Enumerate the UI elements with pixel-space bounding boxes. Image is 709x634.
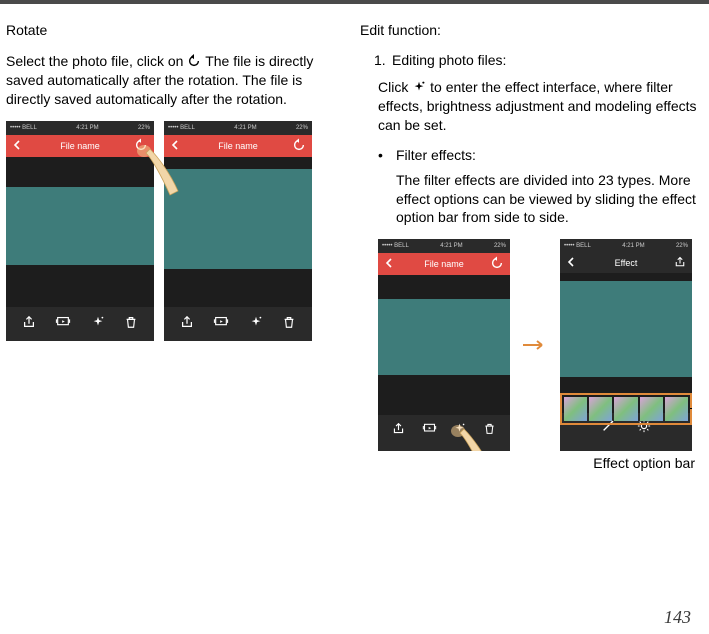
right-column: Edit function: 1. Editing photo files: C… — [348, 22, 703, 471]
phone-status-bar: ••••• BELL 4:21 PM 22% — [6, 121, 154, 135]
phone-header-title: File name — [60, 141, 100, 151]
effect-screenshots: ••••• BELL 4:21 PM 22% File name — [378, 239, 697, 451]
rotate-heading: Rotate — [6, 22, 342, 38]
slideshow-icon[interactable] — [55, 315, 71, 329]
photo-viewport — [6, 157, 154, 307]
rotate-header-icon[interactable] — [490, 256, 504, 272]
page-number: 143 — [664, 607, 691, 628]
status-carrier: ••••• BELL — [168, 125, 195, 131]
sparkle-icon[interactable] — [453, 422, 466, 435]
phone-header: File name — [164, 135, 312, 157]
phone-toolbar — [164, 307, 312, 337]
trash-icon[interactable] — [124, 315, 138, 329]
edit-body-b: to enter the effect interface, where fil… — [378, 79, 697, 133]
phone-header-title: File name — [218, 141, 258, 151]
status-carrier: ••••• BELL — [382, 243, 409, 249]
effect-option-bar-label: Effect option bar — [360, 455, 695, 471]
rotate-phone-after: ••••• BELL 4:21 PM 22% File name — [164, 121, 312, 341]
rotate-header-icon[interactable] — [134, 138, 148, 154]
photo-viewport — [560, 273, 692, 413]
status-time: 4:21 PM — [76, 125, 98, 131]
edit-body: Click to enter the effect interface, whe… — [378, 78, 697, 135]
status-carrier: ••••• BELL — [10, 125, 37, 131]
phone-toolbar — [378, 415, 510, 441]
status-time: 4:21 PM — [440, 243, 462, 249]
share-icon[interactable] — [22, 315, 36, 329]
share-icon[interactable] — [674, 256, 686, 270]
back-icon[interactable] — [384, 257, 394, 271]
list-item-title: Editing photo files: — [392, 52, 506, 68]
bullet-dot: • — [378, 147, 396, 163]
rotate-paragraph: Select the photo file, click on The file… — [6, 52, 342, 109]
sparkle-icon — [412, 80, 426, 94]
photo-placeholder — [560, 281, 692, 377]
phone-header-title: Effect — [615, 258, 638, 268]
rotate-phone-before: ••••• BELL 4:21 PM 22% File name — [6, 121, 154, 341]
phone-status-bar: ••••• BELL 4:21 PM 22% — [560, 239, 692, 253]
phone-toolbar — [6, 307, 154, 337]
phone-header: File name — [378, 253, 510, 275]
ordered-list: 1. Editing photo files: — [374, 52, 697, 68]
slideshow-icon[interactable] — [422, 422, 437, 435]
phone-header-title: File name — [424, 259, 464, 269]
rotate-icon — [187, 54, 201, 68]
filter-body: The filter effects are divided into 23 t… — [396, 171, 697, 228]
trash-icon[interactable] — [483, 422, 496, 435]
filter-effects-label: Filter effects: — [396, 147, 476, 163]
share-icon[interactable] — [180, 315, 194, 329]
phone-header: Effect — [560, 253, 692, 273]
phone-status-bar: ••••• BELL 4:21 PM 22% — [378, 239, 510, 253]
back-icon[interactable] — [170, 139, 180, 153]
arrow-right-icon — [516, 339, 554, 351]
list-item: 1. Editing photo files: — [374, 52, 697, 68]
sparkle-icon[interactable] — [249, 315, 263, 329]
bullet-row: • Filter effects: — [378, 147, 697, 163]
status-time: 4:21 PM — [622, 243, 644, 249]
status-carrier: ••••• BELL — [564, 243, 591, 249]
status-battery: 22% — [138, 125, 150, 131]
callout-line — [690, 408, 692, 409]
list-body: Editing photo files: — [392, 52, 697, 68]
status-battery: 22% — [494, 243, 506, 249]
photo-placeholder — [164, 169, 312, 269]
edit-heading: Edit function: — [360, 22, 697, 38]
share-icon[interactable] — [392, 422, 405, 435]
left-column: Rotate Select the photo file, click on T… — [0, 22, 348, 471]
effect-phone-after: ••••• BELL 4:21 PM 22% Effect — [560, 239, 692, 451]
status-time: 4:21 PM — [234, 125, 256, 131]
phone-header: File name — [6, 135, 154, 157]
rotate-screenshots: ••••• BELL 4:21 PM 22% File name — [6, 121, 342, 341]
photo-viewport — [378, 275, 510, 415]
list-number: 1. — [374, 52, 392, 68]
sparkle-icon[interactable] — [91, 315, 105, 329]
back-icon[interactable] — [566, 256, 576, 270]
effect-phone-before: ••••• BELL 4:21 PM 22% File name — [378, 239, 510, 451]
rotate-header-icon[interactable] — [292, 138, 306, 154]
back-icon[interactable] — [12, 139, 22, 153]
photo-viewport — [164, 157, 312, 307]
trash-icon[interactable] — [282, 315, 296, 329]
photo-placeholder — [6, 187, 154, 265]
page-content: Rotate Select the photo file, click on T… — [0, 4, 709, 471]
status-battery: 22% — [676, 243, 688, 249]
slideshow-icon[interactable] — [213, 315, 229, 329]
phone-status-bar: ••••• BELL 4:21 PM 22% — [164, 121, 312, 135]
edit-body-a: Click — [378, 79, 412, 95]
effect-bar-highlight — [560, 393, 692, 425]
photo-placeholder — [378, 299, 510, 375]
status-battery: 22% — [296, 125, 308, 131]
rotate-text-a: Select the photo file, click on — [6, 53, 187, 69]
